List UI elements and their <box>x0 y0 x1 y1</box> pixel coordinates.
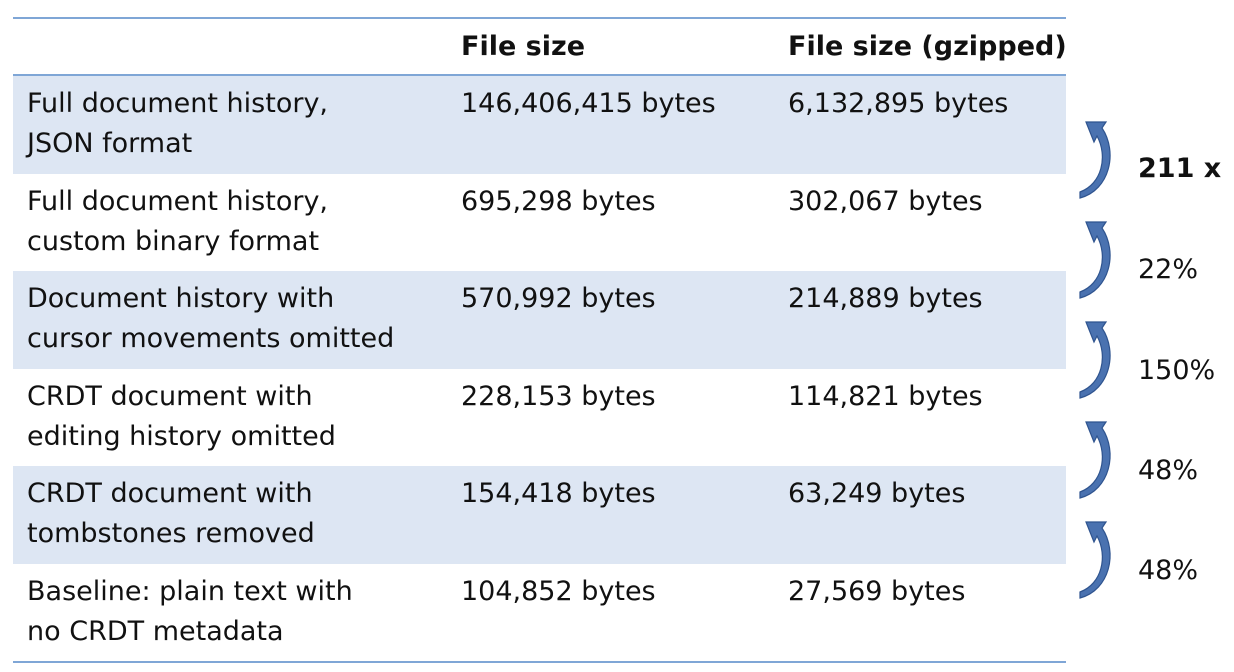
header-file-size-gzipped: File size (gzipped) <box>788 31 1067 62</box>
row-label: Baseline: plain text with no CRDT metada… <box>27 572 353 652</box>
row-label-line2: JSON format <box>27 128 193 159</box>
ratio-label: 211 x <box>1138 153 1222 184</box>
row-file-size: 695,298 bytes <box>461 185 656 217</box>
row-label-line2: editing history omitted <box>27 420 336 452</box>
table-row: CRDT document with editing history omitt… <box>13 369 1066 467</box>
row-label-line1: Full document history, <box>27 185 329 217</box>
table-row: Full document history, JSON format 146,4… <box>13 76 1066 174</box>
curved-up-arrow-icon <box>1079 521 1111 599</box>
ratio-label: 48% <box>1138 455 1199 486</box>
row-label-line2: custom binary format <box>27 225 320 257</box>
row-file-size-gzipped: 63,249 bytes <box>788 478 966 509</box>
row-label-line1: CRDT document with <box>27 380 313 412</box>
row-label: Full document history, JSON format <box>27 84 328 164</box>
row-file-size-gzipped: 302,067 bytes <box>788 185 983 217</box>
row-label: Document history with cursor movements o… <box>27 279 394 359</box>
row-file-size: 146,406,415 bytes <box>461 88 716 119</box>
table-row: Baseline: plain text with no CRDT metada… <box>13 564 1066 662</box>
ratio-label: 22% <box>1138 254 1199 285</box>
row-file-size: 154,418 bytes <box>461 478 656 509</box>
row-file-size: 570,992 bytes <box>461 283 656 314</box>
row-label-line1: CRDT document with <box>27 478 313 509</box>
row-label-line2: cursor movements omitted <box>27 323 395 354</box>
comparison-table: File size File size (gzipped) Full docum… <box>13 17 1067 663</box>
curved-up-arrow-icon <box>1079 321 1111 399</box>
row-label-line2: no CRDT metadata <box>27 615 284 647</box>
table-header: File size File size (gzipped) <box>13 19 1067 76</box>
row-label-line2: tombstones removed <box>27 518 315 549</box>
curved-up-arrow-icon <box>1079 121 1111 199</box>
table-row: Document history with cursor movements o… <box>13 271 1066 369</box>
row-label: CRDT document with editing history omitt… <box>27 377 336 457</box>
row-label-line1: Full document history, <box>27 88 329 119</box>
row-label-line1: Document history with <box>27 283 335 314</box>
row-file-size: 104,852 bytes <box>461 575 656 607</box>
table-row: Full document history, custom binary for… <box>13 174 1066 272</box>
table-row: CRDT document with tombstones removed 15… <box>13 466 1066 564</box>
header-file-size: File size <box>461 31 586 62</box>
ratio-label: 48% <box>1138 555 1199 586</box>
row-file-size-gzipped: 27,569 bytes <box>788 575 966 607</box>
row-file-size-gzipped: 114,821 bytes <box>788 380 983 412</box>
row-label: CRDT document with tombstones removed <box>27 474 315 554</box>
row-file-size-gzipped: 6,132,895 bytes <box>788 88 1009 119</box>
row-file-size: 228,153 bytes <box>461 380 656 412</box>
row-label-line1: Baseline: plain text with <box>27 575 353 607</box>
row-file-size-gzipped: 214,889 bytes <box>788 283 983 314</box>
curved-up-arrow-icon <box>1079 421 1111 499</box>
row-label: Full document history, custom binary for… <box>27 182 328 262</box>
ratio-label: 150% <box>1138 355 1216 386</box>
curved-up-arrow-icon <box>1079 221 1111 299</box>
